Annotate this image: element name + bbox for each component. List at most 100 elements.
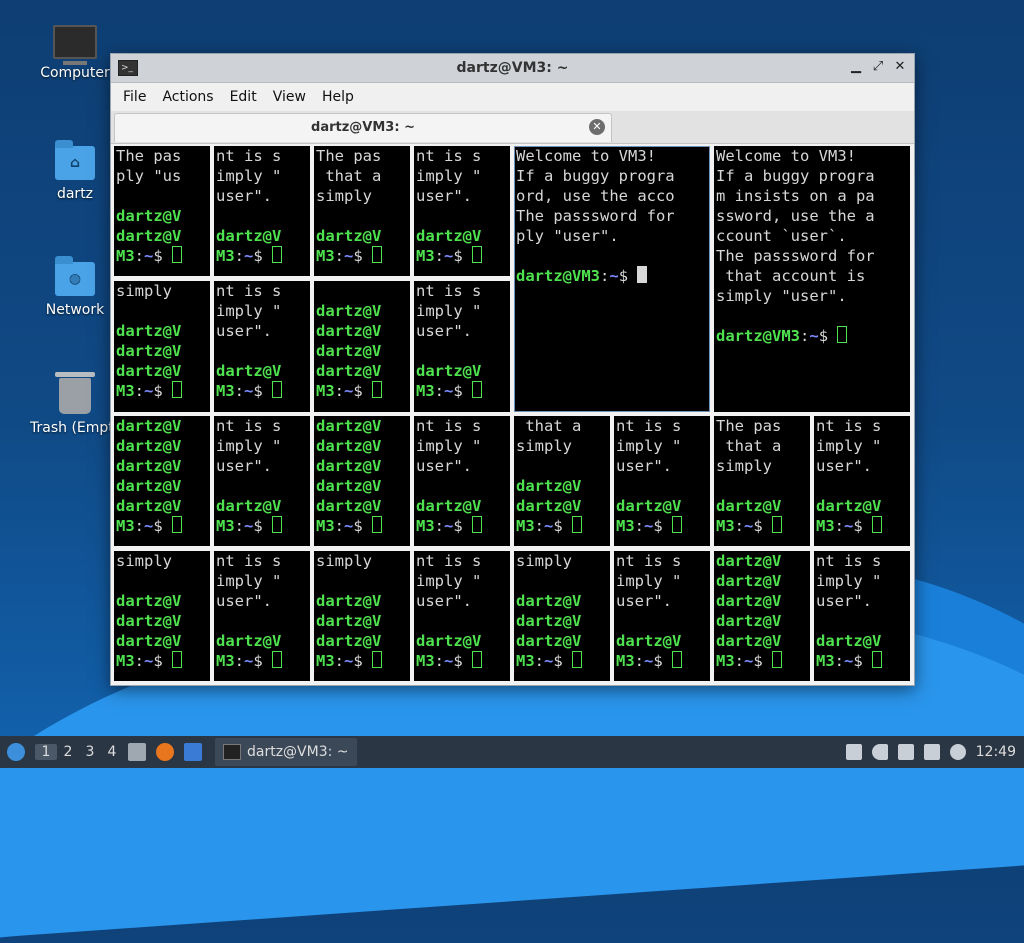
show-desktop-icon[interactable] — [184, 743, 202, 761]
terminal-pane[interactable]: nt is s imply " user". dartz@V M3:~$ — [414, 416, 510, 546]
terminal-pane[interactable]: dartz@V dartz@V dartz@V dartz@V M3:~$ — [314, 281, 410, 412]
clock[interactable]: 12:49 — [976, 744, 1016, 760]
file-manager-icon[interactable] — [128, 743, 146, 761]
maximize-button[interactable]: ⤢ — [870, 59, 886, 75]
minimize-button[interactable]: ▁ — [848, 59, 864, 75]
network-icon[interactable] — [897, 744, 914, 760]
terminal-line: nt is s — [216, 417, 282, 435]
window-titlebar[interactable]: >_ dartz@VM3: ~ ▁ ⤢ ✕ — [111, 54, 914, 83]
terminal-pane[interactable]: nt is s imply " user". dartz@V M3:~$ — [814, 416, 910, 546]
terminal-line: dartz@V — [116, 612, 182, 630]
menu-edit[interactable]: Edit — [222, 89, 265, 105]
firefox-icon[interactable] — [156, 743, 174, 761]
terminal-pane[interactable]: nt is s imply " user". dartz@V M3:~$ — [614, 551, 710, 681]
workspace-3[interactable]: 3 — [79, 744, 101, 760]
terminal-line: dartz@V — [116, 362, 182, 380]
terminal-pane[interactable]: nt is s imply " user". dartz@V M3:~$ — [414, 281, 510, 412]
terminal-line: The pas — [716, 417, 782, 435]
terminal-line: dartz@V — [316, 342, 382, 360]
eject-icon[interactable] — [845, 744, 862, 760]
terminal-line: nt is s — [416, 282, 482, 300]
terminal-pane[interactable]: simply dartz@V dartz@V dartz@V M3:~$ — [314, 551, 410, 681]
terminal-line: nt is s — [416, 552, 482, 570]
terminal-line: The passsword for — [716, 247, 875, 265]
terminal-pane[interactable]: Welcome to VM3! If a buggy progra ord, use… — [514, 146, 710, 412]
terminal-line: user". — [416, 322, 472, 340]
volume-icon[interactable] — [871, 744, 888, 760]
terminal-window: >_ dartz@VM3: ~ ▁ ⤢ ✕ File Actions Edit … — [110, 53, 915, 686]
terminal-pane[interactable]: dartz@V dartz@V dartz@V dartz@V dartz@V M3:~$ — [314, 416, 410, 546]
terminal-line: simply — [316, 187, 372, 205]
menu-view[interactable]: View — [265, 89, 314, 105]
terminal-line: user". — [416, 457, 472, 475]
terminal-line: dartz@V — [116, 207, 182, 225]
terminal-pane[interactable]: simply dartz@V dartz@V dartz@V M3:~$ — [114, 281, 210, 412]
terminal-pane[interactable]: nt is s imply " user". dartz@V M3:~$ — [414, 551, 510, 681]
menu-help[interactable]: Help — [314, 89, 362, 105]
trash-icon — [55, 372, 95, 414]
terminal-pane[interactable]: The pas that a simply dartz@V M3:~$ — [314, 146, 410, 276]
terminal-line: M3:~$ — [414, 516, 510, 536]
workspace-2[interactable]: 2 — [57, 744, 79, 760]
terminal-pane[interactable]: simply dartz@V dartz@V dartz@V M3:~$ — [514, 551, 610, 681]
cursor — [172, 651, 183, 668]
terminal-pane[interactable]: nt is s imply " user". dartz@V M3:~$ — [614, 416, 710, 546]
terminal-line: user". — [416, 187, 472, 205]
cursor — [872, 651, 883, 668]
cursor — [172, 246, 183, 263]
terminal-pane[interactable]: nt is s imply " user". dartz@V M3:~$ — [214, 146, 310, 276]
tab-terminal[interactable]: dartz@VM3: ~ ✕ — [114, 113, 612, 142]
terminal-line: nt is s — [416, 147, 482, 165]
cursor — [272, 651, 283, 668]
workspace-1[interactable]: 1 — [35, 744, 57, 760]
menu-file[interactable]: File — [115, 89, 154, 105]
menu-actions[interactable]: Actions — [154, 89, 221, 105]
terminal-pane[interactable]: nt is s imply " user". dartz@V M3:~$ — [814, 551, 910, 681]
cursor — [372, 516, 383, 533]
terminal-pane[interactable]: The pas that a simply dartz@V M3:~$ — [714, 416, 810, 546]
desktop-icon-computer[interactable]: Computer — [30, 25, 120, 81]
tab-close-icon[interactable]: ✕ — [589, 119, 605, 135]
terminal-pane[interactable]: simply dartz@V dartz@V dartz@V M3:~$ — [114, 551, 210, 681]
terminal-line: m insists on a pa — [716, 187, 875, 205]
terminal-pane[interactable]: that a simply dartz@V dartz@V M3:~$ — [514, 416, 610, 546]
desktop-icon-network[interactable]: ◍ Network — [30, 256, 120, 318]
taskbar-task-terminal[interactable]: dartz@VM3: ~ — [215, 738, 357, 766]
terminal-line: M3:~$ — [114, 651, 210, 671]
terminal-line: M3:~$ — [314, 381, 410, 401]
terminal-pane[interactable]: nt is s imply " user". dartz@V M3:~$ — [414, 146, 510, 276]
desktop-icon-trash[interactable]: Trash (Empty) — [30, 372, 128, 436]
terminal-line: imply " — [816, 572, 882, 590]
terminal-line: dartz@VM3:~$ — [514, 266, 710, 286]
start-menu-icon[interactable] — [7, 743, 25, 761]
terminal-line: that a — [316, 167, 382, 185]
workspace-4[interactable]: 4 — [101, 744, 123, 760]
terminal-line: M3:~$ — [414, 381, 510, 401]
terminal-line: user". — [216, 457, 272, 475]
terminal-pane[interactable]: nt is s imply " user". dartz@V M3:~$ — [214, 551, 310, 681]
terminal-line: M3:~$ — [714, 516, 810, 536]
terminal-pane[interactable]: nt is s imply " user". dartz@V M3:~$ — [214, 281, 310, 412]
terminal-pane[interactable]: nt is s imply " user". dartz@V M3:~$ — [214, 416, 310, 546]
clipboard-icon[interactable] — [923, 744, 940, 760]
terminal-pane[interactable]: dartz@V dartz@V dartz@V dartz@V dartz@V M3:~$ — [714, 551, 810, 681]
task-label: dartz@VM3: ~ — [247, 744, 349, 760]
desktop-icon-home[interactable]: ⌂ dartz — [30, 140, 120, 202]
terminal-line: simply — [116, 282, 172, 300]
terminal-pane[interactable]: Welcome to VM3! If a buggy progra m insist… — [714, 146, 910, 412]
terminal-line: M3:~$ — [214, 381, 310, 401]
close-button[interactable]: ✕ — [892, 59, 908, 75]
terminal-line: dartz@V — [116, 227, 182, 245]
cursor — [672, 516, 683, 533]
terminal-line: user". — [616, 592, 672, 610]
update-notifier-icon[interactable] — [949, 744, 966, 760]
terminal-pane[interactable]: The pas ply "us dartz@V dartz@V M3:~$ — [114, 146, 210, 276]
terminal-pane[interactable]: dartz@V dartz@V dartz@V dartz@V dartz@V M3:~$ — [114, 416, 210, 546]
terminal-line: that a — [716, 437, 782, 455]
